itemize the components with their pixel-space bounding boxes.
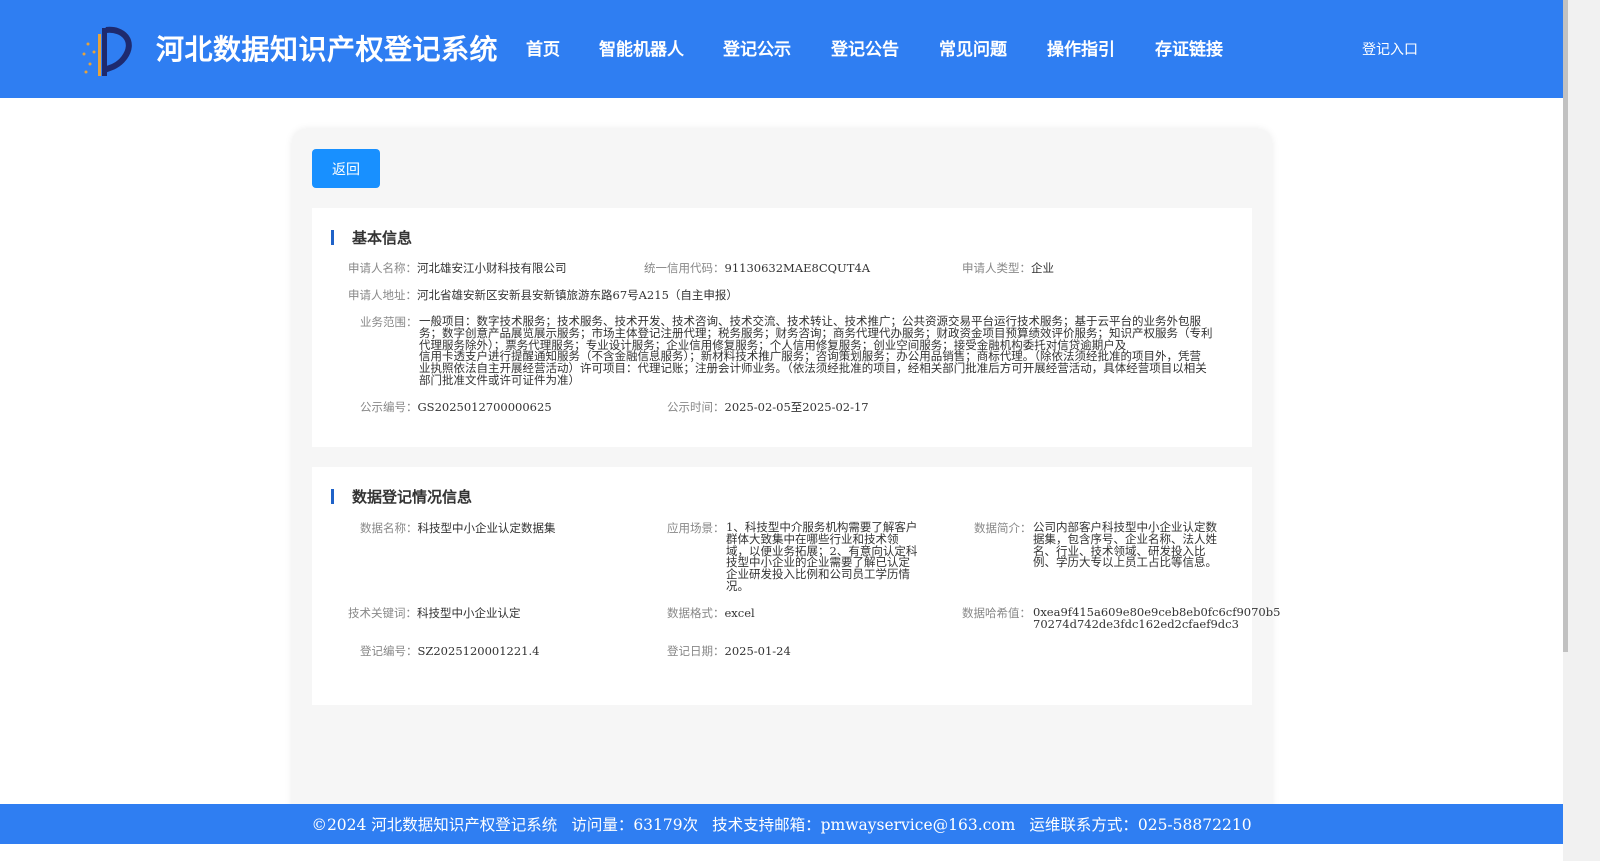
notice-no-label: 公示编号： xyxy=(360,400,418,414)
page-scrollbar[interactable] xyxy=(1563,0,1600,861)
footer-copyright: ©2024 河北数据知识产权登记系统 xyxy=(311,816,558,834)
keyword-value: 科技型中小企业认定 xyxy=(417,606,521,620)
nav-guide[interactable]: 操作指引 xyxy=(1047,35,1115,60)
data-name-field: 数据名称： 科技型中小企业认定数据集 xyxy=(360,522,556,534)
applicant-type-field: 申请人类型： 企业 xyxy=(962,262,1054,274)
reg-no-value: SZ2025120001221.4 xyxy=(417,644,540,658)
notice-no-field: 公示编号： GS2025012700000625 xyxy=(360,401,552,413)
keyword-label: 技术关键词： xyxy=(348,606,417,620)
reg-no-label: 登记编号： xyxy=(360,644,418,658)
data-name-label: 数据名称： xyxy=(360,521,418,535)
nav-evidence-link[interactable]: 存证链接 xyxy=(1155,35,1223,60)
credit-code-label: 统一信用代码： xyxy=(644,261,725,275)
footer-email: 技术支持邮箱：pmwayservice@163.com xyxy=(712,816,1016,834)
credit-code-value: 91130632MAE8CQUT4A xyxy=(724,261,871,275)
scrollbar-thumb[interactable] xyxy=(1563,0,1568,652)
reg-date-field: 登记日期： 2025-01-24 xyxy=(667,645,791,657)
notice-no-value: GS2025012700000625 xyxy=(417,400,552,414)
address-value: 河北省雄安新区安新县安新镇旅游东路67号A215（自主申报） xyxy=(417,288,738,302)
footer-visits: 访问量：63179次 xyxy=(571,816,699,834)
site-logo-icon xyxy=(82,26,132,76)
footer-phone: 运维联系方式：025-58872210 xyxy=(1029,816,1252,834)
format-field: 数据格式： excel xyxy=(667,607,755,619)
nav-publicity[interactable]: 登记公示 xyxy=(723,35,791,60)
applicant-name-label: 申请人名称： xyxy=(348,261,417,275)
top-header: 河北数据知识产权登记系统 首页 智能机器人 登记公示 登记公告 常见问题 操作指… xyxy=(0,0,1563,98)
nav-announcement[interactable]: 登记公告 xyxy=(831,35,899,60)
hash-value: 0xea9f415a609e80e9ceb8eb0fc6cf9070b5 702… xyxy=(1033,605,1281,631)
footer-bottom-space xyxy=(0,844,1563,861)
nav-home[interactable]: 首页 xyxy=(526,35,560,60)
login-entry-link[interactable]: 登记入口 xyxy=(1362,39,1418,59)
reg-date-value: 2025-01-24 xyxy=(724,644,791,658)
back-button[interactable]: 返回 xyxy=(312,149,380,188)
scope-value: 一般项目：数字技术服务；技术服务、技术开发、技术咨询、技术交流、技术转让、技术推… xyxy=(419,314,1213,387)
notice-time-value: 2025-02-05至2025-02-17 xyxy=(724,400,869,414)
applicant-type-label: 申请人类型： xyxy=(962,261,1031,275)
reg-no-field: 登记编号： SZ2025120001221.4 xyxy=(360,645,539,657)
section-title-registration: 数据登记情况信息 xyxy=(330,486,472,507)
section-title-basic: 基本信息 xyxy=(330,227,412,248)
data-name-value: 科技型中小企业认定数据集 xyxy=(417,521,556,535)
registration-info-section: 数据登记情况信息 数据名称： 科技型中小企业认定数据集 应用场景： 1、科技型中… xyxy=(312,467,1281,705)
applicant-name-value: 河北雄安江小财科技有限公司 xyxy=(417,261,567,275)
main-nav: 首页 智能机器人 登记公示 登记公告 常见问题 操作指引 存证链接 xyxy=(526,35,1263,60)
intro-label: 数据简介： xyxy=(974,521,1032,535)
nav-faq[interactable]: 常见问题 xyxy=(939,35,1007,60)
hash-label: 数据哈希值： xyxy=(962,606,1031,620)
format-value: excel xyxy=(724,606,755,620)
page-footer: ©2024 河北数据知识产权登记系统 访问量：63179次 技术支持邮箱：pmw… xyxy=(0,804,1563,844)
notice-time-field: 公示时间： 2025-02-05至2025-02-17 xyxy=(667,401,869,413)
address-label: 申请人地址： xyxy=(348,288,417,302)
address-field: 申请人地址： 河北省雄安新区安新县安新镇旅游东路67号A215（自主申报） xyxy=(348,289,738,301)
scope-label: 业务范围： xyxy=(360,315,418,329)
applicant-type-value: 企业 xyxy=(1031,261,1054,275)
applicant-name-field: 申请人名称： 河北雄安江小财科技有限公司 xyxy=(348,262,567,274)
reg-date-label: 登记日期： xyxy=(667,644,725,658)
nav-robot[interactable]: 智能机器人 xyxy=(599,35,684,60)
credit-code-field: 统一信用代码： 91130632MAE8CQUT4A xyxy=(644,262,870,274)
keyword-field: 技术关键词： 科技型中小企业认定 xyxy=(348,607,521,619)
site-title: 河北数据知识产权登记系统 xyxy=(156,33,499,66)
basic-info-section: 基本信息 申请人名称： 河北雄安江小财科技有限公司 统一信用代码： 911306… xyxy=(312,208,1252,447)
intro-value: 公司内部客户科技型中小企业认定数 据集，包含序号、企业名称、法人姓 名、行业、技… xyxy=(1033,520,1217,570)
scenario-value: 1、科技型中介服务机构需要了解客户 群体大致集中在哪些行业和技术领 域，以便业务… xyxy=(726,520,918,593)
format-label: 数据格式： xyxy=(667,606,725,620)
notice-time-label: 公示时间： xyxy=(667,400,725,414)
scenario-label: 应用场景： xyxy=(667,521,725,535)
